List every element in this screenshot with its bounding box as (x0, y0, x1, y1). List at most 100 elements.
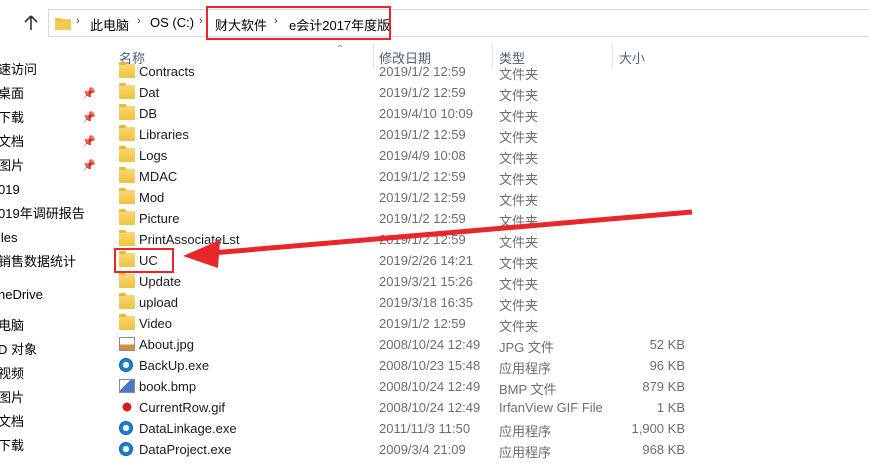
file-type: IrfanView GIF File (499, 400, 603, 415)
file-row[interactable]: CurrentRow.gif 2008/10/24 12:49 IrfanView … (100, 397, 869, 418)
file-date-modified: 2019/3/18 16:35 (379, 295, 473, 310)
file-type: 文件夹 (499, 319, 539, 334)
file-row[interactable]: BackUp.exe 2008/10/23 15:48 应用程序 96 KB (100, 355, 869, 376)
pin-icon: 📌 (82, 136, 96, 148)
file-row[interactable]: Mod 2019/1/2 12:59 文件夹 (100, 187, 869, 208)
file-row[interactable]: Dat 2019/1/2 12:59 文件夹 (100, 82, 869, 103)
address-bar[interactable]: › 此电脑 › OS (C:) › 财大软件 › e会计2017年度版 (48, 9, 869, 37)
file-date-modified: 2008/10/24 12:49 (379, 400, 481, 415)
file-size: 96 KB (649, 358, 685, 373)
breadcrumb-caida-software[interactable]: 财大软件 (215, 15, 267, 34)
file-row[interactable]: Picture 2019/1/2 12:59 文件夹 (100, 208, 869, 229)
file-date-modified: 2019/1/2 12:59 (379, 85, 466, 100)
address-bar-row: › 此电脑 › OS (C:) › 财大软件 › e会计2017年度版 (0, 0, 869, 44)
file-row[interactable]: MDAC 2019/1/2 12:59 文件夹 (100, 166, 869, 187)
file-type: 文件夹 (499, 151, 539, 166)
file-date-modified: 2008/10/23 15:48 (379, 358, 481, 373)
folder-icon (119, 209, 135, 225)
folder-icon (119, 293, 135, 309)
breadcrumb-separator: › (76, 15, 80, 27)
file-date-modified: 2019/1/2 12:59 (379, 64, 466, 79)
file-date-modified: 2019/1/2 12:59 (379, 316, 466, 331)
file-type: 应用程序 (499, 424, 552, 439)
file-row[interactable]: DB 2019/4/10 10:09 文件夹 (100, 103, 869, 124)
file-type: 应用程序 (499, 361, 552, 376)
file-date-modified: 2019/1/2 12:59 (379, 211, 466, 226)
file-row[interactable]: DataProject.exe 2009/3/4 21:09 应用程序 968 KB (100, 439, 869, 460)
file-name: Dat (139, 85, 160, 100)
file-type: 文件夹 (499, 109, 539, 124)
file-row[interactable]: Libraries 2019/1/2 12:59 文件夹 (100, 124, 869, 145)
file-type: 文件夹 (499, 298, 539, 313)
file-type: 应用程序 (499, 445, 552, 460)
file-date-modified: 2011/11/3 11:50 (379, 421, 471, 436)
pin-icon: 📌 (82, 88, 96, 100)
file-type: 文件夹 (499, 277, 539, 292)
file-row[interactable]: DataLinkage.exe 2011/11/3 11:50 应用程序 1,900 … (100, 418, 869, 439)
breadcrumb-ekuaiji-2017[interactable]: e会计2017年度版 (289, 15, 390, 34)
sort-up-icon: ⌃ (336, 44, 345, 55)
folder-icon (119, 146, 135, 162)
bmp-file-icon (119, 379, 135, 393)
file-name: About.jpg (139, 337, 194, 352)
breadcrumb-os-c[interactable]: OS (C:) (150, 15, 194, 30)
file-name: UC (139, 253, 158, 268)
file-row[interactable]: Logs 2019/4/9 10:08 文件夹 (100, 145, 869, 166)
folder-icon (119, 62, 135, 78)
file-row[interactable]: upload 2019/3/18 16:35 文件夹 (100, 292, 869, 313)
folder-icon (119, 104, 135, 120)
file-size: 52 KB (649, 337, 685, 352)
file-row[interactable]: Update 2019/3/21 15:26 文件夹 (100, 271, 869, 292)
breadcrumb-this-pc[interactable]: 此电脑 (90, 15, 129, 34)
file-list: ⌃ 名称 修改日期 类型 大小 Contracts 2019/1/2 12:59 文… (100, 44, 869, 463)
file-name: Libraries (139, 127, 189, 142)
file-size: 1 KB (656, 400, 685, 415)
file-type: 文件夹 (499, 172, 539, 187)
pin-icon: 📌 (82, 112, 96, 124)
file-row[interactable]: UC 2019/2/26 14:21 文件夹 (100, 250, 869, 271)
file-size: 968 KB (642, 442, 685, 457)
folder-icon (119, 272, 135, 288)
folder-icon (119, 83, 135, 99)
file-date-modified: 2019/1/2 12:59 (379, 232, 466, 247)
file-size: 1,900 KB (631, 421, 686, 436)
breadcrumb-separator: › (274, 15, 278, 27)
file-name: PrintAssociateLst (139, 232, 240, 247)
pin-icon: 📌 (82, 160, 96, 172)
up-arrow-icon[interactable] (20, 12, 42, 34)
file-name: Update (139, 274, 181, 289)
file-row[interactable]: Video 2019/1/2 12:59 文件夹 (100, 313, 869, 334)
file-name: Mod (139, 190, 165, 205)
folder-icon (55, 16, 71, 30)
file-row[interactable]: PrintAssociateLst 2019/1/2 12:59 文件夹 (100, 229, 869, 250)
file-row[interactable]: Contracts 2019/1/2 12:59 文件夹 (100, 61, 869, 82)
exe-app-icon (119, 421, 133, 435)
folder-icon (119, 167, 135, 183)
file-type: 文件夹 (499, 130, 539, 145)
file-date-modified: 2019/2/26 14:21 (379, 253, 473, 268)
file-name: DB (139, 106, 158, 121)
file-name: MDAC (139, 169, 178, 184)
file-row[interactable]: book.bmp 2008/10/24 12:49 BMP 文件 879 KB (100, 376, 869, 397)
file-date-modified: 2008/10/24 12:49 (379, 379, 481, 394)
file-name: DataLinkage.exe (139, 421, 237, 436)
file-date-modified: 2019/4/9 10:08 (379, 148, 466, 163)
file-type: BMP 文件 (499, 382, 557, 397)
file-row[interactable]: About.jpg 2008/10/24 12:49 JPG 文件 52 KB (100, 334, 869, 355)
breadcrumb-separator: › (199, 15, 203, 27)
file-type: 文件夹 (499, 214, 539, 229)
file-name: book.bmp (139, 379, 197, 394)
file-type: 文件夹 (499, 88, 539, 103)
file-type: 文件夹 (499, 256, 539, 271)
file-date-modified: 2019/3/21 15:26 (379, 274, 473, 289)
navigation-pane: 速访问 桌面📌 下载📌 文档📌 图片📌 019 019年调研报告 iles 销售… (0, 44, 100, 463)
exe-app-icon (119, 442, 133, 456)
exe-app-icon (119, 358, 133, 372)
file-name: Logs (139, 148, 168, 163)
file-name: Contracts (139, 64, 195, 79)
breadcrumb-separator: › (137, 15, 141, 27)
file-type: JPG 文件 (499, 340, 554, 355)
file-date-modified: 2019/1/2 12:59 (379, 127, 466, 142)
folder-icon (119, 188, 135, 204)
file-name: Picture (139, 211, 180, 226)
